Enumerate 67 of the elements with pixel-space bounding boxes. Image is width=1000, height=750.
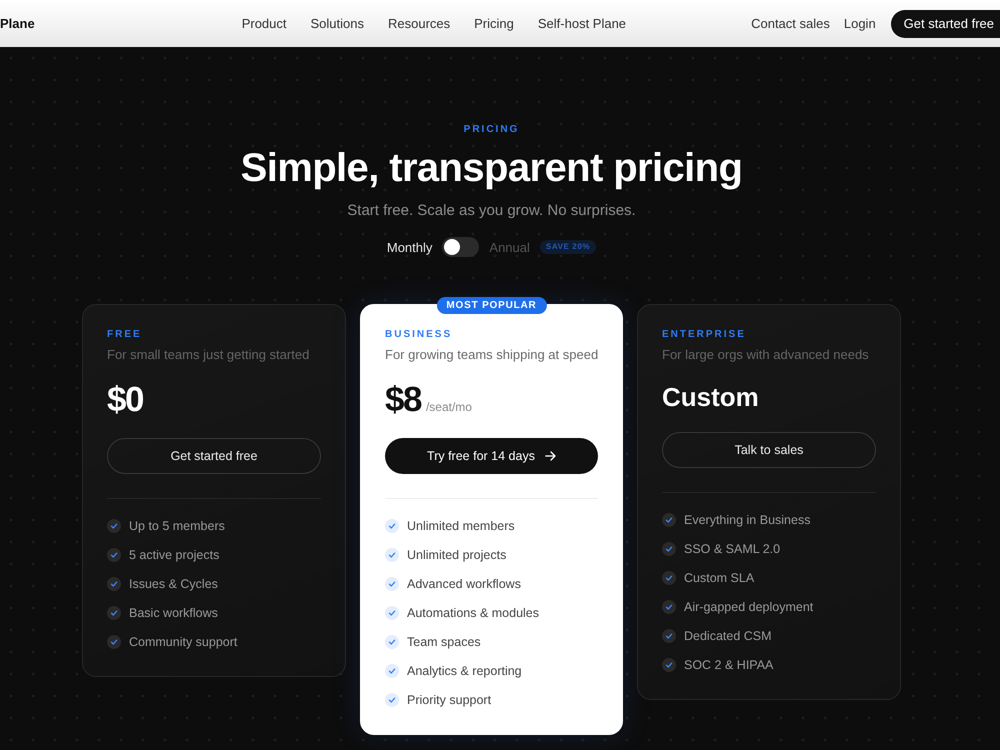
monthly-label: Monthly — [386, 240, 432, 254]
feature-text: Advanced workflows — [407, 577, 521, 591]
feature-text: Unlimited members — [407, 519, 515, 533]
price-amount: Custom — [662, 381, 759, 414]
check-icon — [662, 629, 676, 643]
login-link[interactable]: Login — [844, 16, 876, 31]
nav-link[interactable]: Product — [242, 16, 286, 31]
plan-description: For growing teams shipping at speed — [385, 346, 598, 364]
check-icon — [107, 606, 121, 620]
contact-sales-link[interactable]: Contact sales — [751, 16, 830, 31]
page-title: Simple, transparent pricing — [240, 145, 742, 192]
feature-text: SOC 2 & HIPAA — [684, 658, 774, 672]
nav-link[interactable]: Self-host Plane — [538, 16, 626, 31]
plan-name: BUSINESS — [385, 328, 454, 342]
feature-text: Team spaces — [407, 635, 481, 649]
feature-text: Issues & Cycles — [129, 577, 218, 591]
get-started-button[interactable]: Get started free — [890, 10, 1000, 38]
feature-text: Custom SLA — [684, 571, 754, 585]
popular-badge: MOST POPULAR — [436, 297, 547, 314]
plan-button[interactable]: Talk to sales — [662, 432, 876, 468]
plan-button[interactable]: Try free for 14 days — [385, 438, 598, 474]
check-icon — [107, 519, 121, 533]
feature-text: 5 active projects — [129, 548, 220, 562]
plan-description: For small teams just getting started — [107, 346, 310, 364]
check-icon — [385, 635, 399, 649]
check-icon — [385, 577, 399, 591]
logo-text[interactable]: Plane — [0, 16, 35, 31]
check-icon — [107, 577, 121, 591]
page-subtitle: Start free. Scale as you grow. No surprises. — [347, 201, 636, 221]
check-icon — [385, 519, 399, 533]
check-icon — [662, 513, 676, 527]
check-icon — [385, 606, 399, 620]
check-icon — [385, 664, 399, 678]
price-unit: /seat/mo — [426, 400, 472, 414]
plan-name: ENTERPRISE — [662, 328, 747, 342]
check-icon — [662, 658, 676, 672]
price-amount: $0 — [107, 380, 143, 420]
check-icon — [662, 571, 676, 585]
check-icon — [385, 693, 399, 707]
check-icon — [107, 635, 121, 649]
feature-text: Dedicated CSM — [684, 629, 772, 643]
arrow-right-icon — [544, 451, 556, 461]
check-icon — [107, 548, 121, 562]
discount-badge: SAVE 20% — [540, 240, 596, 254]
feature-text: Up to 5 members — [129, 519, 225, 533]
feature-text: Basic workflows — [129, 606, 218, 620]
billing-switch[interactable] — [442, 237, 480, 257]
plan-description: For large orgs with advanced needs — [662, 346, 870, 364]
feature-text: Everything in Business — [684, 513, 810, 527]
section-eyebrow: PRICING — [464, 123, 520, 137]
check-icon — [662, 542, 676, 556]
feature-text: Priority support — [407, 693, 492, 707]
annual-label: Annual — [489, 240, 530, 254]
plan-name: FREE — [107, 328, 143, 342]
nav-link[interactable]: Solutions — [310, 16, 364, 31]
feature-text: Analytics & reporting — [407, 664, 522, 678]
feature-text: Community support — [129, 635, 238, 649]
feature-text: SSO & SAML 2.0 — [684, 542, 780, 556]
nav-link[interactable]: Pricing — [474, 16, 514, 31]
check-icon — [662, 600, 676, 614]
nav-link[interactable]: Resources — [388, 16, 450, 31]
price-amount: $8 — [385, 380, 421, 420]
check-icon — [385, 548, 399, 562]
feature-text: Air-gapped deployment — [684, 600, 814, 614]
feature-text: Unlimited projects — [407, 548, 506, 562]
feature-text: Automations & modules — [407, 606, 540, 620]
plan-button[interactable]: Get started free — [107, 438, 321, 474]
